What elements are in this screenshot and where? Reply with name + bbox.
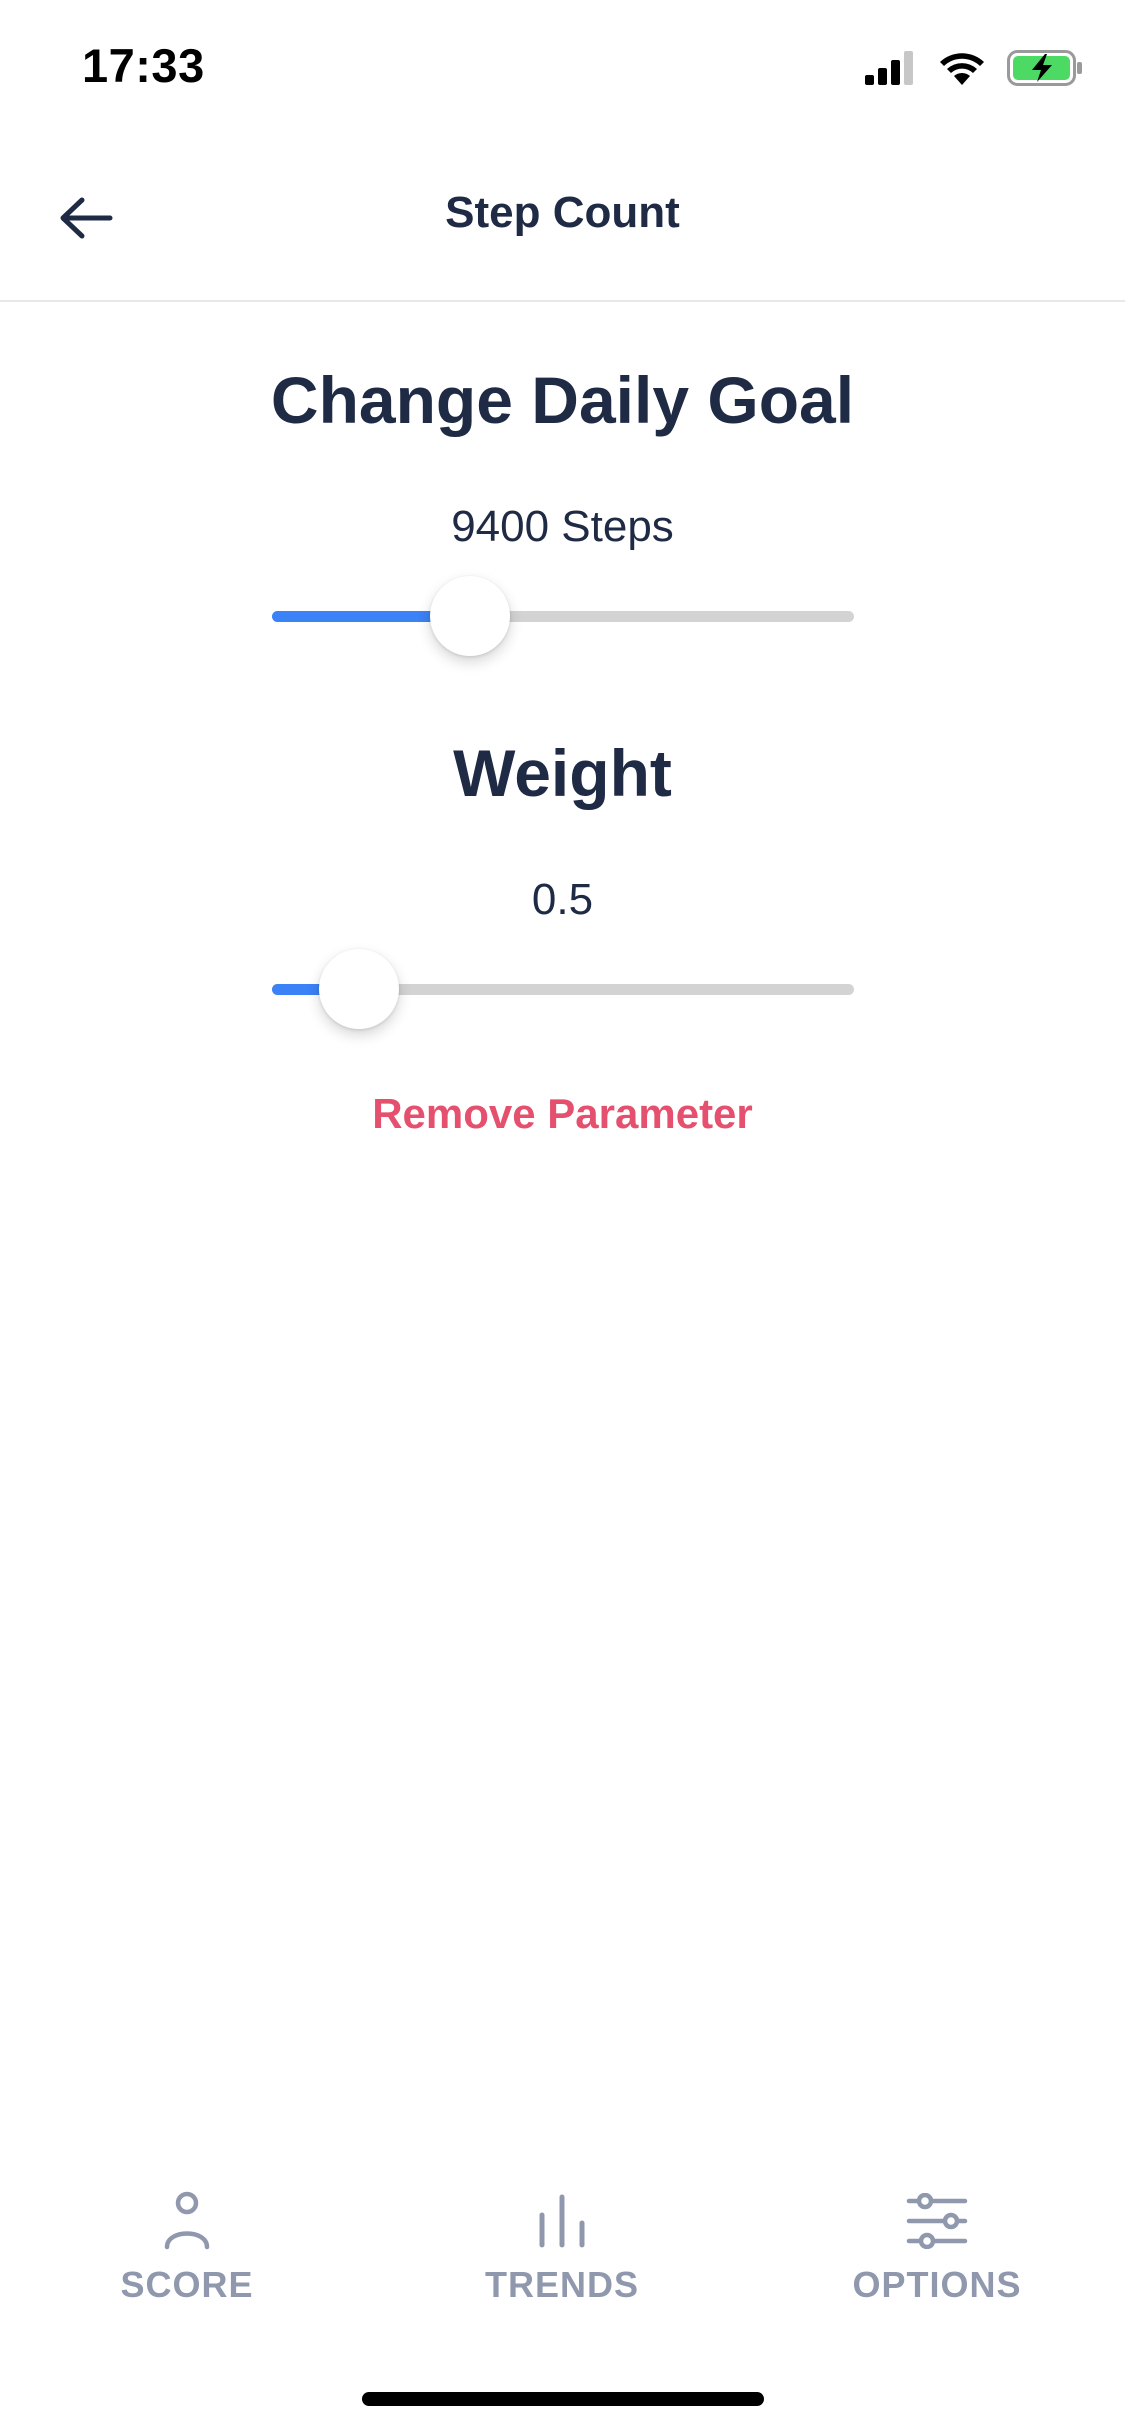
bar-chart-icon [527,2186,597,2256]
tab-label: OPTIONS [852,2264,1022,2305]
slider-thumb[interactable] [319,949,400,1029]
cellular-signal-icon [865,50,917,90]
navigation-header: Step Count [0,140,1125,302]
step-count-settings-screen: 17:33 Step Count Change Daily Goal 9400 … [0,0,1125,2436]
bottom-tab-bar: SCORE TRENDS OPTIONS [0,2180,1125,2340]
home-indicator [362,2392,764,2406]
status-bar: 17:33 [0,0,1125,140]
weight-value: 0.5 [531,875,594,924]
battery-charging-icon [1007,49,1083,91]
weight-heading: Weight [453,736,672,810]
wifi-icon [939,51,985,90]
tab-trends[interactable]: TRENDS [432,2186,692,2326]
daily-goal-slider[interactable] [272,570,854,660]
tab-label: SCORE [120,2264,254,2305]
daily-goal-value: 9400 Steps [451,502,674,551]
tab-score[interactable]: SCORE [57,2186,317,2326]
person-icon [152,2186,222,2256]
tab-label: TRENDS [484,2264,639,2305]
daily-goal-heading: Change Daily Goal [270,363,855,437]
status-time: 17:33 [82,39,205,92]
remove-parameter-button[interactable]: Remove Parameter [0,1090,1125,1138]
page-title: Step Count [445,188,680,237]
weight-slider[interactable] [272,943,854,1033]
status-icons [865,49,1083,91]
sliders-icon [902,2186,972,2256]
tab-options[interactable]: OPTIONS [807,2186,1067,2326]
slider-thumb[interactable] [429,576,510,656]
